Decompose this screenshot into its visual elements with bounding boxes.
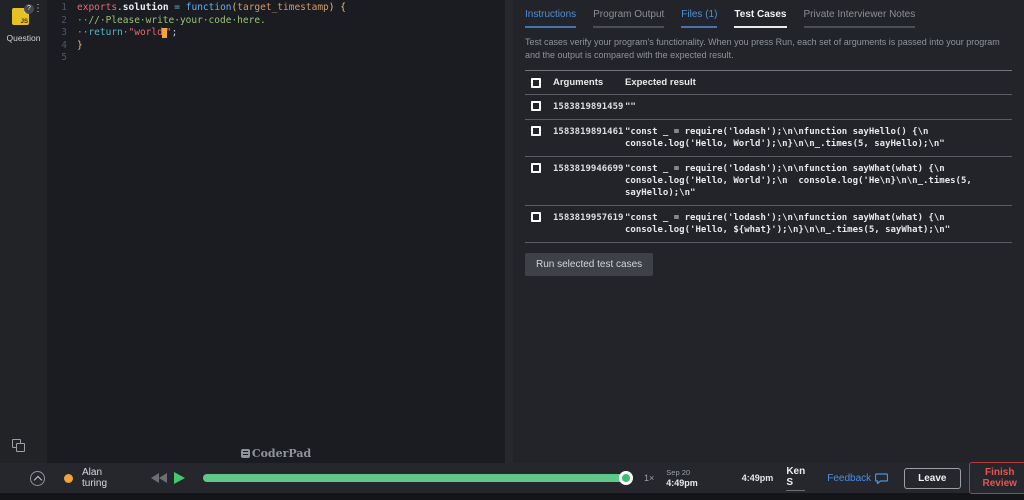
test-case-expected-result: "" xyxy=(625,101,1012,113)
code-line[interactable]: 2··//·Please·write·your·code·here. xyxy=(47,15,505,28)
test-cases-table: Arguments Expected result 1583819891459"… xyxy=(525,70,1012,243)
test-case-expected-result: "const _ = require('lodash');\n\nfunctio… xyxy=(625,163,1012,199)
code-line[interactable]: 3··return·"world"; xyxy=(47,27,505,40)
rewind-icon[interactable] xyxy=(151,473,167,483)
code-lines[interactable]: 1exports.solution = function(target_time… xyxy=(47,2,505,65)
arguments-column-header: Arguments xyxy=(553,77,625,88)
expected-result-column-header: Expected result xyxy=(625,77,1012,88)
kebab-menu-icon[interactable]: ⋮ xyxy=(33,6,43,12)
copy-icon[interactable] xyxy=(12,439,26,453)
speech-bubble-icon xyxy=(875,473,888,484)
sidebar-item-question[interactable]: JS ? ⋮ Question xyxy=(0,0,47,43)
tab-program-output[interactable]: Program Output xyxy=(593,9,664,28)
js-file-icon-label: JS xyxy=(21,19,28,25)
test-case-row: 1583819891461"const _ = require('lodash'… xyxy=(525,120,1012,157)
test-case-row: 1583819957619"const _ = require('lodash'… xyxy=(525,206,1012,243)
tab-test-cases[interactable]: Test Cases xyxy=(734,9,786,28)
session-end-timestamp: Sep 20 4:49pm xyxy=(666,468,698,488)
finish-review-button[interactable]: Finish Review xyxy=(969,462,1024,494)
leave-button[interactable]: Leave xyxy=(904,468,960,489)
test-case-checkbox[interactable] xyxy=(531,163,541,173)
tab-private-interviewer-notes[interactable]: Private Interviewer Notes xyxy=(804,9,916,28)
test-case-checkbox[interactable] xyxy=(531,126,541,136)
collapse-playbar-button[interactable] xyxy=(30,471,45,486)
question-file-label: Question xyxy=(0,33,47,43)
code-line[interactable]: 1exports.solution = function(target_time… xyxy=(47,2,505,15)
test-case-expected-result: "const _ = require('lodash');\n\nfunctio… xyxy=(625,126,1012,150)
test-cases-description: Test cases verify your program's functio… xyxy=(525,36,1012,62)
session-end-time: 4:49pm xyxy=(666,478,698,488)
playback-timeline[interactable] xyxy=(203,474,631,482)
run-selected-test-cases-button[interactable]: Run selected test cases xyxy=(525,253,653,276)
reviewer-name-input[interactable]: Ken S xyxy=(786,466,805,491)
playback-progress-fill xyxy=(203,474,631,482)
coderpad-watermark-text: CoderPad xyxy=(252,447,311,460)
code-line[interactable]: 5 xyxy=(47,52,505,65)
current-playback-time: 4:49pm xyxy=(742,473,774,483)
coderpad-playback-app: JS ? ⋮ Question 1exports.solution = func… xyxy=(0,0,1024,463)
playback-bar: Alan turing 1× Sep 20 4:49pm 4:49pm Ken … xyxy=(0,463,1024,493)
feedback-link[interactable]: Feedback xyxy=(827,473,888,484)
line-number: 1 xyxy=(47,2,67,15)
line-number: 4 xyxy=(47,40,67,53)
bottom-strip xyxy=(0,493,1024,500)
code-line[interactable]: 4} xyxy=(47,40,505,53)
right-panel: Instructions Program Output Files (1) Test … xyxy=(513,0,1024,463)
file-sidebar: JS ? ⋮ Question xyxy=(0,0,47,463)
code-editor[interactable]: 1exports.solution = function(target_time… xyxy=(47,0,505,463)
line-number: 5 xyxy=(47,52,67,65)
panel-divider[interactable] xyxy=(505,0,513,463)
tab-instructions[interactable]: Instructions xyxy=(525,9,576,28)
test-case-argument: 1583819946699 xyxy=(553,163,625,174)
test-case-argument: 1583819891461 xyxy=(553,126,625,137)
participant-status-dot xyxy=(64,474,73,483)
line-number: 2 xyxy=(47,15,67,28)
test-case-checkbox[interactable] xyxy=(531,101,541,111)
playback-knob[interactable] xyxy=(619,471,633,485)
test-case-expected-result: "const _ = require('lodash');\n\nfunctio… xyxy=(625,212,1012,236)
test-case-argument: 1583819891459 xyxy=(553,101,625,112)
participant-name: Alan turing xyxy=(82,467,107,489)
table-header-row: Arguments Expected result xyxy=(525,71,1012,95)
test-case-row: 1583819946699"const _ = require('lodash'… xyxy=(525,157,1012,206)
test-case-row: 1583819891459"" xyxy=(525,95,1012,120)
feedback-label: Feedback xyxy=(827,473,871,484)
test-case-checkbox[interactable] xyxy=(531,212,541,222)
test-case-rows: 1583819891459""1583819891461"const _ = r… xyxy=(525,95,1012,243)
session-end-date: Sep 20 xyxy=(666,468,698,478)
playback-speed[interactable]: 1× xyxy=(644,473,654,483)
play-icon[interactable] xyxy=(174,472,185,484)
select-all-checkbox[interactable] xyxy=(531,78,541,88)
panel-tabs: Instructions Program Output Files (1) Test … xyxy=(525,0,1012,28)
tab-files-1[interactable]: Files (1) xyxy=(681,9,717,28)
line-number: 3 xyxy=(47,27,67,40)
coderpad-logo-icon xyxy=(241,449,250,458)
coderpad-watermark: CoderPad xyxy=(47,448,505,461)
test-case-argument: 1583819957619 xyxy=(553,212,625,223)
